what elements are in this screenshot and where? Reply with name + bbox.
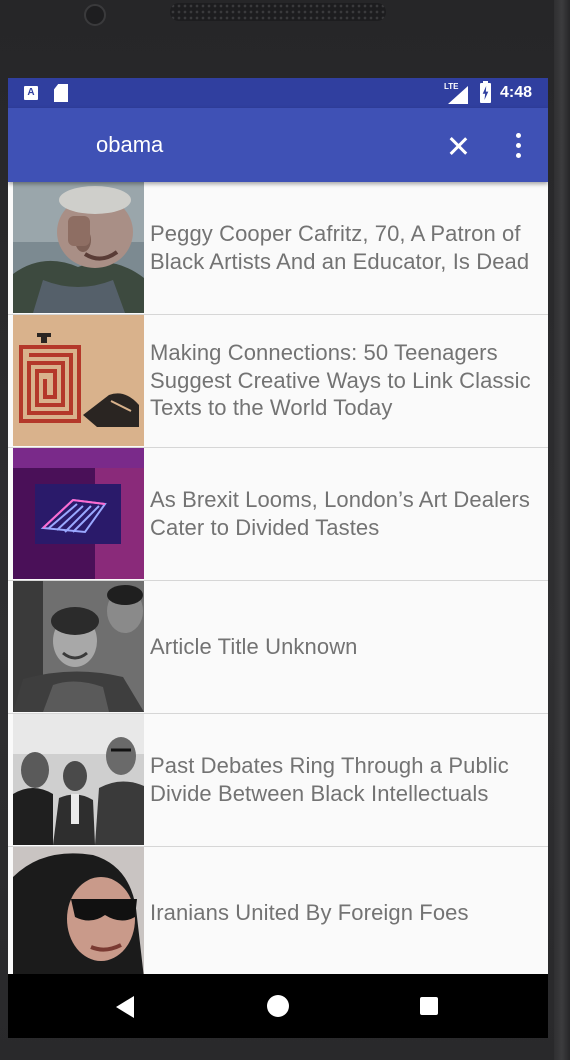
list-item[interactable]: Peggy Cooper Cafritz, 70, A Patron of Bl… [8, 182, 548, 315]
article-title: Past Debates Ring Through a Public Divid… [150, 753, 509, 806]
close-icon[interactable] [442, 130, 474, 162]
article-list[interactable]: Peggy Cooper Cafritz, 70, A Patron of Bl… [8, 182, 548, 974]
recents-icon[interactable] [420, 997, 438, 1015]
article-title: Making Connections: 50 Teenagers Suggest… [150, 340, 531, 421]
front-camera [84, 4, 106, 26]
sd-card-icon [54, 84, 68, 102]
list-item[interactable]: As Brexit Looms, London’s Art Dealers Ca… [8, 448, 548, 581]
status-time: 4:48 [500, 84, 533, 101]
status-bar: A LTE 4:48 [8, 78, 548, 108]
crowd-photo [13, 581, 144, 712]
woman-portrait-photo [13, 182, 144, 313]
app-bar [8, 108, 548, 182]
navigation-bar [8, 974, 548, 1038]
device-edge [554, 0, 570, 1060]
article-title: Article Title Unknown [150, 633, 358, 659]
home-icon[interactable] [267, 995, 289, 1017]
article-title: Peggy Cooper Cafritz, 70, A Patron of Bl… [150, 221, 530, 274]
phone-screen: A LTE 4:48 obama Peggy Cooper Cafritz, 7… [8, 78, 548, 1038]
article-title: Iranians United By Foreign Foes [150, 899, 469, 925]
list-item[interactable]: Iranians United By Foreign Foes [8, 847, 548, 974]
more-vert-icon[interactable] [508, 130, 528, 162]
battery-charging-icon [480, 81, 491, 103]
woman-sunglasses-photo [13, 847, 144, 974]
list-item[interactable]: Past Debates Ring Through a Public Divid… [8, 714, 548, 847]
network-label: LTE [444, 82, 459, 91]
list-item[interactable]: Making Connections: 50 Teenagers Suggest… [8, 315, 548, 448]
maze-illustration [13, 315, 144, 446]
article-title: As Brexit Looms, London’s Art Dealers Ca… [150, 487, 530, 540]
back-icon[interactable] [116, 996, 134, 1018]
historic-men-photo [13, 714, 144, 845]
search-input[interactable] [96, 132, 396, 158]
list-item[interactable]: Article Title Unknown [8, 581, 548, 714]
earpiece-speaker [170, 3, 386, 21]
neon-art-photo [13, 448, 144, 579]
notification-a-icon: A [24, 86, 38, 100]
lte-signal-icon: LTE [444, 82, 470, 104]
